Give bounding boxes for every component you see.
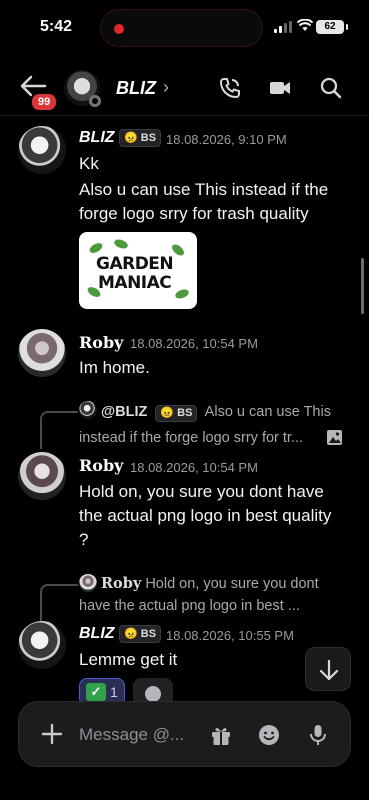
reply-preview: Hold on, you sure you dont [145, 576, 319, 592]
message-text: Im home. [79, 358, 150, 377]
gift-icon[interactable] [209, 723, 233, 747]
logo-text: MANIAC [98, 273, 172, 293]
avatar[interactable] [18, 621, 66, 669]
guild-tag: 😠 BS [155, 405, 198, 422]
message-text: Hold on, you sure you dont have the actu… [79, 482, 332, 549]
author-name[interactable]: Roby [79, 456, 123, 475]
cellular-signal-icon [274, 21, 292, 33]
battery-indicator: 62 [316, 20, 348, 34]
guild-tag[interactable]: 😠 BS [119, 625, 162, 643]
unread-badge: 99 [30, 92, 59, 112]
reaction-count: 1 [110, 684, 118, 700]
logo-text: GARDEN [96, 254, 174, 274]
clock: 5:42 [40, 18, 73, 35]
leaf-decoration-icon [87, 241, 105, 255]
reply-spine [40, 411, 78, 449]
image-icon [327, 430, 342, 445]
reply-author: @BLIZ [101, 404, 148, 420]
voice-call-icon[interactable] [218, 76, 242, 100]
reply-preview: Also u can use This [204, 404, 331, 420]
dynamic-island [100, 9, 263, 47]
recording-indicator-icon [114, 24, 124, 34]
avatar[interactable] [18, 126, 66, 174]
guild-tag[interactable]: 😠 BS [119, 129, 162, 147]
avatar[interactable] [18, 329, 66, 377]
timestamp: 18.08.2026, 9:10 PM [166, 132, 287, 147]
video-call-icon[interactable] [268, 76, 292, 100]
check-mark-icon: ✓ [86, 683, 106, 701]
message-text: Also u can use This instead if the forge… [79, 180, 329, 223]
channel-header: 99 BLIZ › [0, 62, 369, 116]
channel-title[interactable]: BLIZ [116, 78, 156, 99]
message-input[interactable] [79, 722, 199, 748]
image-attachment[interactable]: GARDEN MANIAC [79, 232, 197, 309]
reply-author: Roby [101, 575, 142, 592]
message-composer [18, 701, 351, 767]
arrow-down-icon [319, 659, 339, 681]
avatar[interactable] [18, 452, 66, 500]
timestamp: 18.08.2026, 10:54 PM [130, 336, 258, 351]
leaf-decoration-icon [174, 287, 190, 301]
search-icon[interactable] [319, 76, 343, 100]
author-name[interactable]: BLIZ [79, 129, 115, 147]
microphone-icon[interactable] [306, 723, 330, 747]
emoji-icon[interactable] [257, 723, 281, 747]
reply-preview: have the actual png logo in best ... [79, 598, 300, 614]
author-name[interactable]: BLIZ [79, 625, 115, 643]
message-text: Kk [79, 154, 99, 173]
chevron-right-icon[interactable]: › [163, 77, 169, 98]
jump-to-present-button[interactable] [305, 647, 351, 691]
status-bar: 5:42 62 [0, 0, 369, 54]
reply-spine [40, 584, 78, 622]
plus-icon[interactable] [40, 722, 64, 746]
leaf-decoration-icon [113, 237, 129, 251]
wifi-icon [297, 19, 313, 31]
scrollbar[interactable] [361, 258, 364, 314]
author-name[interactable]: Roby [79, 333, 123, 352]
timestamp: 18.08.2026, 10:54 PM [130, 460, 258, 475]
timestamp: 18.08.2026, 10:55 PM [166, 628, 294, 643]
status-indicator-icon [89, 95, 101, 107]
reply-preview: instead if the forge logo srry for tr... [79, 430, 304, 446]
